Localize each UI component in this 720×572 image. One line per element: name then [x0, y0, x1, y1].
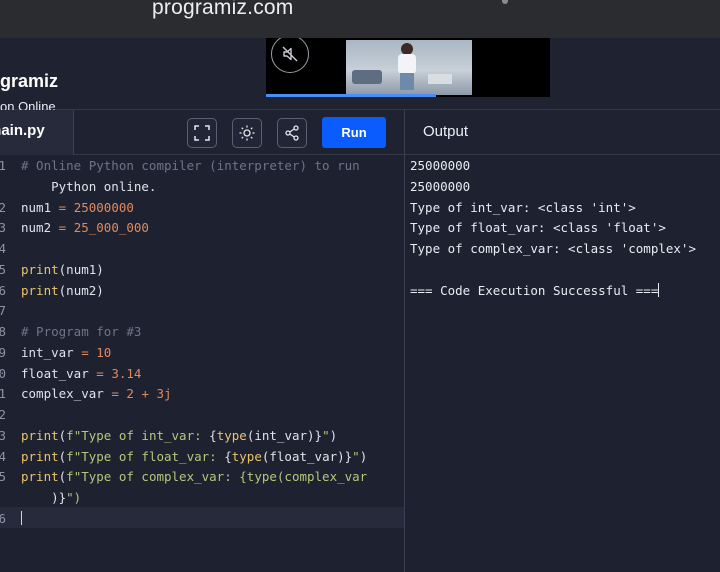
code-line[interactable]: 4 print(f"Type of float_var: {type(float_…	[0, 446, 404, 467]
code-line[interactable]: 5 print(f"Type of complex_var: {type(comp…	[0, 466, 404, 487]
code-editor[interactable]: 1 # Online Python compiler (interpreter) …	[0, 155, 404, 572]
video-table	[428, 74, 452, 84]
line-number: 6	[0, 282, 6, 298]
video-frame	[346, 40, 472, 95]
browser-address-bar[interactable]: programiz.com	[0, 0, 720, 38]
sun-icon	[239, 125, 255, 141]
code-line[interactable]: 5 print(num1)	[0, 259, 404, 280]
mute-icon	[282, 46, 298, 62]
code-line[interactable]: 7	[0, 300, 404, 321]
code-text: )}")	[21, 490, 82, 505]
share-button[interactable]	[277, 118, 307, 148]
line-number: 1	[0, 158, 6, 173]
code-line[interactable]: 9 int_var = 10	[0, 342, 404, 363]
line-number: 2	[0, 407, 6, 422]
code-line[interactable]: )}")	[0, 487, 404, 508]
line-number: 5	[0, 469, 6, 485]
code-line[interactable]: 6	[0, 508, 404, 529]
line-number: 5	[0, 261, 6, 277]
fullscreen-icon	[194, 125, 210, 141]
code-text: print(num2)	[21, 282, 104, 298]
video-progress-bar[interactable]	[266, 94, 437, 97]
code-text: # Program for #3	[21, 324, 142, 339]
code-text: print(f"Type of float_var: {type(float_v…	[21, 448, 368, 464]
code-line[interactable]: 0 float_var = 3.14	[0, 363, 404, 384]
code-text: # Online Python compiler (interpreter) t…	[21, 158, 360, 173]
mute-button[interactable]	[271, 38, 309, 73]
code-text: print(f"Type of int_var: {type(int_var)}…	[21, 427, 338, 443]
code-text: print(f"Type of complex_var: {type(compl…	[21, 469, 368, 485]
url-text[interactable]: programiz.com	[152, 0, 293, 20]
line-number: 3	[0, 427, 6, 443]
code-text: float_var = 3.14	[21, 365, 142, 381]
site-logo-text[interactable]: gramiz	[0, 71, 58, 92]
code-line[interactable]: 3 num2 = 25_000_000	[0, 217, 404, 238]
fullscreen-button[interactable]	[187, 118, 217, 148]
line-number: 3	[0, 220, 6, 236]
output-line: Type of complex_var: <class 'complex'>	[410, 241, 696, 256]
video-couch	[352, 70, 382, 84]
code-line[interactable]: 4	[0, 238, 404, 259]
output-panel-title: Output	[423, 123, 469, 140]
theme-toggle-button[interactable]	[232, 118, 262, 148]
output-line: Type of int_var: <class 'int'>	[410, 199, 636, 215]
run-button[interactable]: Run	[322, 117, 386, 148]
line-number: 8	[0, 324, 6, 339]
output-line: Type of float_var: <class 'float'>	[410, 220, 666, 236]
output-panel[interactable]: 25000000 25000000 Type of int_var: <class …	[405, 155, 720, 572]
line-number: 1	[0, 386, 6, 402]
output-caret	[658, 282, 660, 297]
line-number: 2	[0, 199, 6, 215]
file-tab-main-py[interactable]: main.py	[0, 110, 74, 155]
ad-video[interactable]	[266, 38, 550, 97]
menu-dot-icon	[502, 0, 508, 4]
code-line[interactable]: 2	[0, 404, 404, 425]
output-line: 25000000	[410, 178, 471, 194]
code-line[interactable]: 6 print(num2)	[0, 280, 404, 301]
share-icon	[285, 125, 299, 141]
line-number: 7	[0, 303, 6, 319]
line-number: 6	[0, 510, 6, 526]
code-text: print(num1)	[21, 261, 104, 277]
code-text: num2 = 25_000_000	[21, 220, 149, 236]
code-line[interactable]: 3 print(f"Type of int_var: {type(int_var)…	[0, 425, 404, 446]
video-child-body	[398, 54, 416, 74]
code-text: int_var = 10	[21, 344, 112, 360]
code-text: Python online.	[21, 178, 157, 194]
line-number: 4	[0, 448, 6, 464]
line-number: 9	[0, 344, 6, 360]
code-text: num1 = 25000000	[21, 199, 134, 215]
code-line[interactable]: 1 # Online Python compiler (interpreter) …	[0, 155, 404, 176]
output-line: 25000000	[410, 158, 471, 173]
code-line[interactable]: Python online.	[0, 176, 404, 197]
code-line[interactable]: 2 num1 = 25000000	[0, 197, 404, 218]
code-text: complex_var = 2 + 3j	[21, 386, 172, 402]
line-number: 4	[0, 241, 6, 256]
file-tab-label: main.py	[0, 122, 45, 139]
code-line[interactable]: 8 # Program for #3	[0, 321, 404, 342]
line-number: 0	[0, 365, 6, 381]
output-line: === Code Execution Successful ===	[410, 282, 660, 298]
video-child-legs	[400, 73, 414, 90]
code-line[interactable]: 1 complex_var = 2 + 3j	[0, 383, 404, 404]
